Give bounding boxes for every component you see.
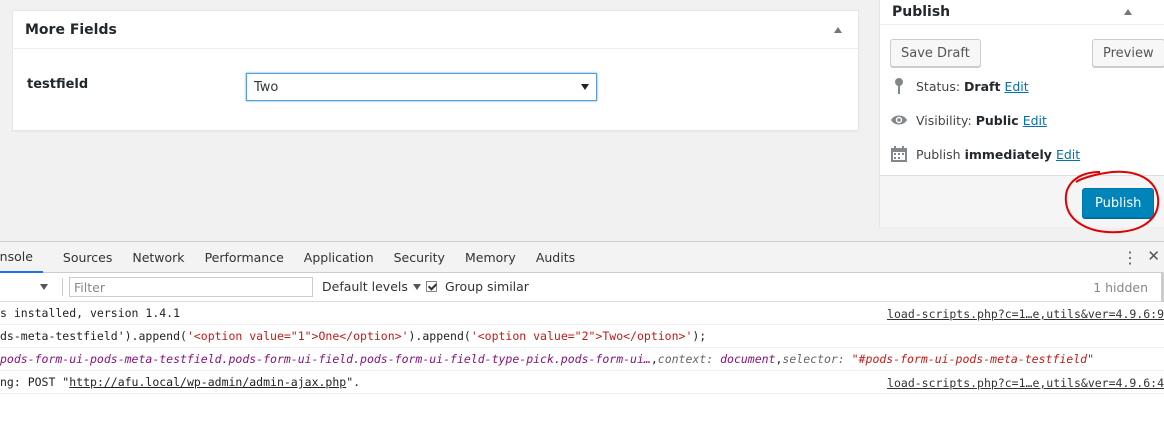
- testfield-label: testfield: [27, 77, 89, 92]
- publish-header[interactable]: Publish: [880, 0, 1164, 25]
- status-value: Draft: [964, 78, 1001, 94]
- context-dropdown-icon[interactable]: [40, 284, 48, 290]
- group-similar-label: Group similar: [445, 279, 529, 294]
- log-text: ng: POST ": [0, 375, 70, 389]
- status-row: Status: Draft Edit: [890, 77, 1164, 95]
- tab-security[interactable]: Security: [384, 242, 455, 273]
- publish-time-label: Publish: [916, 146, 961, 162]
- log-code-mid: ).append(: [408, 329, 471, 343]
- chevron-down-icon: [412, 283, 421, 290]
- console-toolbar: Filter Default levels Group similar 1 hi…: [0, 273, 1164, 302]
- dropdown-arrow-icon: [581, 84, 589, 90]
- log-string: '<option value="2">Two</option>': [470, 329, 693, 343]
- close-icon[interactable]: ✕: [1147, 247, 1160, 265]
- collapse-arrow-icon[interactable]: [1122, 5, 1136, 19]
- log-line: pods-form-ui-pods-meta-testfield.pods-fo…: [0, 348, 1164, 371]
- visibility-value: Public: [975, 112, 1019, 128]
- log-source-link[interactable]: load-scripts.php?c=1…e,utils&ver=4.9.6:9: [881, 307, 1164, 321]
- publish-button[interactable]: Publish: [1082, 188, 1155, 218]
- checkbox-checked-icon[interactable]: [426, 281, 437, 292]
- tab-memory[interactable]: Memory: [455, 242, 526, 273]
- log-source-link[interactable]: load-scripts.php?c=1…e,utils&ver=4.9.6:4: [881, 376, 1164, 390]
- testfield-select[interactable]: Two: [246, 73, 597, 101]
- tab-sources[interactable]: Sources: [53, 242, 122, 273]
- publish-time-value: immediately: [964, 146, 1052, 162]
- select-value: Two: [254, 79, 279, 95]
- calendar-icon: [890, 145, 908, 163]
- group-similar-checkbox[interactable]: Group similar: [426, 279, 529, 294]
- pin-icon: [890, 77, 908, 95]
- log-levels-dropdown[interactable]: Default levels: [322, 279, 421, 294]
- log-string: '<option value="1">One</option>': [186, 329, 409, 343]
- more-options-icon[interactable]: ⋮: [1122, 248, 1138, 268]
- tab-audits[interactable]: Audits: [526, 242, 585, 273]
- edit-date-link[interactable]: Edit: [1056, 147, 1080, 162]
- save-draft-button[interactable]: Save Draft: [890, 39, 981, 67]
- tab-console[interactable]: onsole: [0, 242, 43, 273]
- devtools-tab-bar: onsole Sources Network Performance Appli…: [0, 242, 1164, 273]
- major-publishing-actions: Publish: [880, 175, 1164, 227]
- publish-title: Publish: [892, 3, 951, 20]
- preview-button[interactable]: Preview: [1092, 39, 1164, 67]
- log-selector[interactable]: pods-form-ui-pods-meta-testfield.pods-fo…: [0, 352, 651, 366]
- log-context-key: context:: [657, 352, 714, 366]
- log-code-suffix: );: [692, 329, 707, 343]
- publish-box: Publish Save Draft Preview Status: Draft…: [879, 0, 1164, 227]
- more-fields-title: More Fields: [25, 21, 117, 38]
- log-context-value: document: [720, 352, 776, 366]
- log-selector-key: selector:: [782, 352, 845, 366]
- status-label: Status:: [916, 78, 961, 94]
- filter-input[interactable]: Filter: [69, 277, 313, 297]
- collapse-arrow-icon[interactable]: [832, 23, 846, 37]
- filter-placeholder: Filter: [74, 279, 105, 295]
- visibility-row: Visibility: Public Edit: [890, 111, 1164, 129]
- publish-time-row: Publish immediately Edit: [890, 145, 1164, 163]
- log-text: s installed, version 1.4.1: [0, 306, 181, 320]
- edit-visibility-link[interactable]: Edit: [1023, 113, 1047, 128]
- devtools-panel: onsole Sources Network Performance Appli…: [0, 241, 1164, 443]
- tab-network[interactable]: Network: [122, 242, 194, 273]
- log-line: s installed, version 1.4.1 load-scripts.…: [0, 302, 1164, 325]
- log-line: ds-meta-testfield').append('<option valu…: [0, 325, 1164, 348]
- visibility-label: Visibility:: [916, 112, 972, 128]
- more-fields-header[interactable]: More Fields: [13, 11, 858, 49]
- log-levels-label: Default levels: [322, 279, 408, 294]
- console-log: s installed, version 1.4.1 load-scripts.…: [0, 302, 1164, 394]
- more-fields-box: More Fields testfield Two: [12, 10, 859, 131]
- hidden-count: 1 hidden: [1093, 280, 1148, 295]
- toolbar-divider: [62, 278, 63, 296]
- eye-icon: [890, 111, 908, 129]
- log-text-end: ".: [346, 375, 361, 389]
- log-selector-value: "#pods-form-ui-pods-meta-testfield": [851, 352, 1094, 366]
- log-line: ng: POST " http://afu.local/wp-admin/admi…: [0, 371, 1164, 394]
- log-url-link[interactable]: http://afu.local/wp-admin/admin-ajax.php: [69, 375, 346, 389]
- edit-status-link[interactable]: Edit: [1004, 79, 1028, 94]
- minor-publishing-actions: Save Draft Preview: [890, 39, 1164, 67]
- tab-application[interactable]: Application: [294, 242, 384, 273]
- log-code-prefix: ds-meta-testfield').append(: [0, 329, 187, 343]
- tab-performance[interactable]: Performance: [195, 242, 294, 273]
